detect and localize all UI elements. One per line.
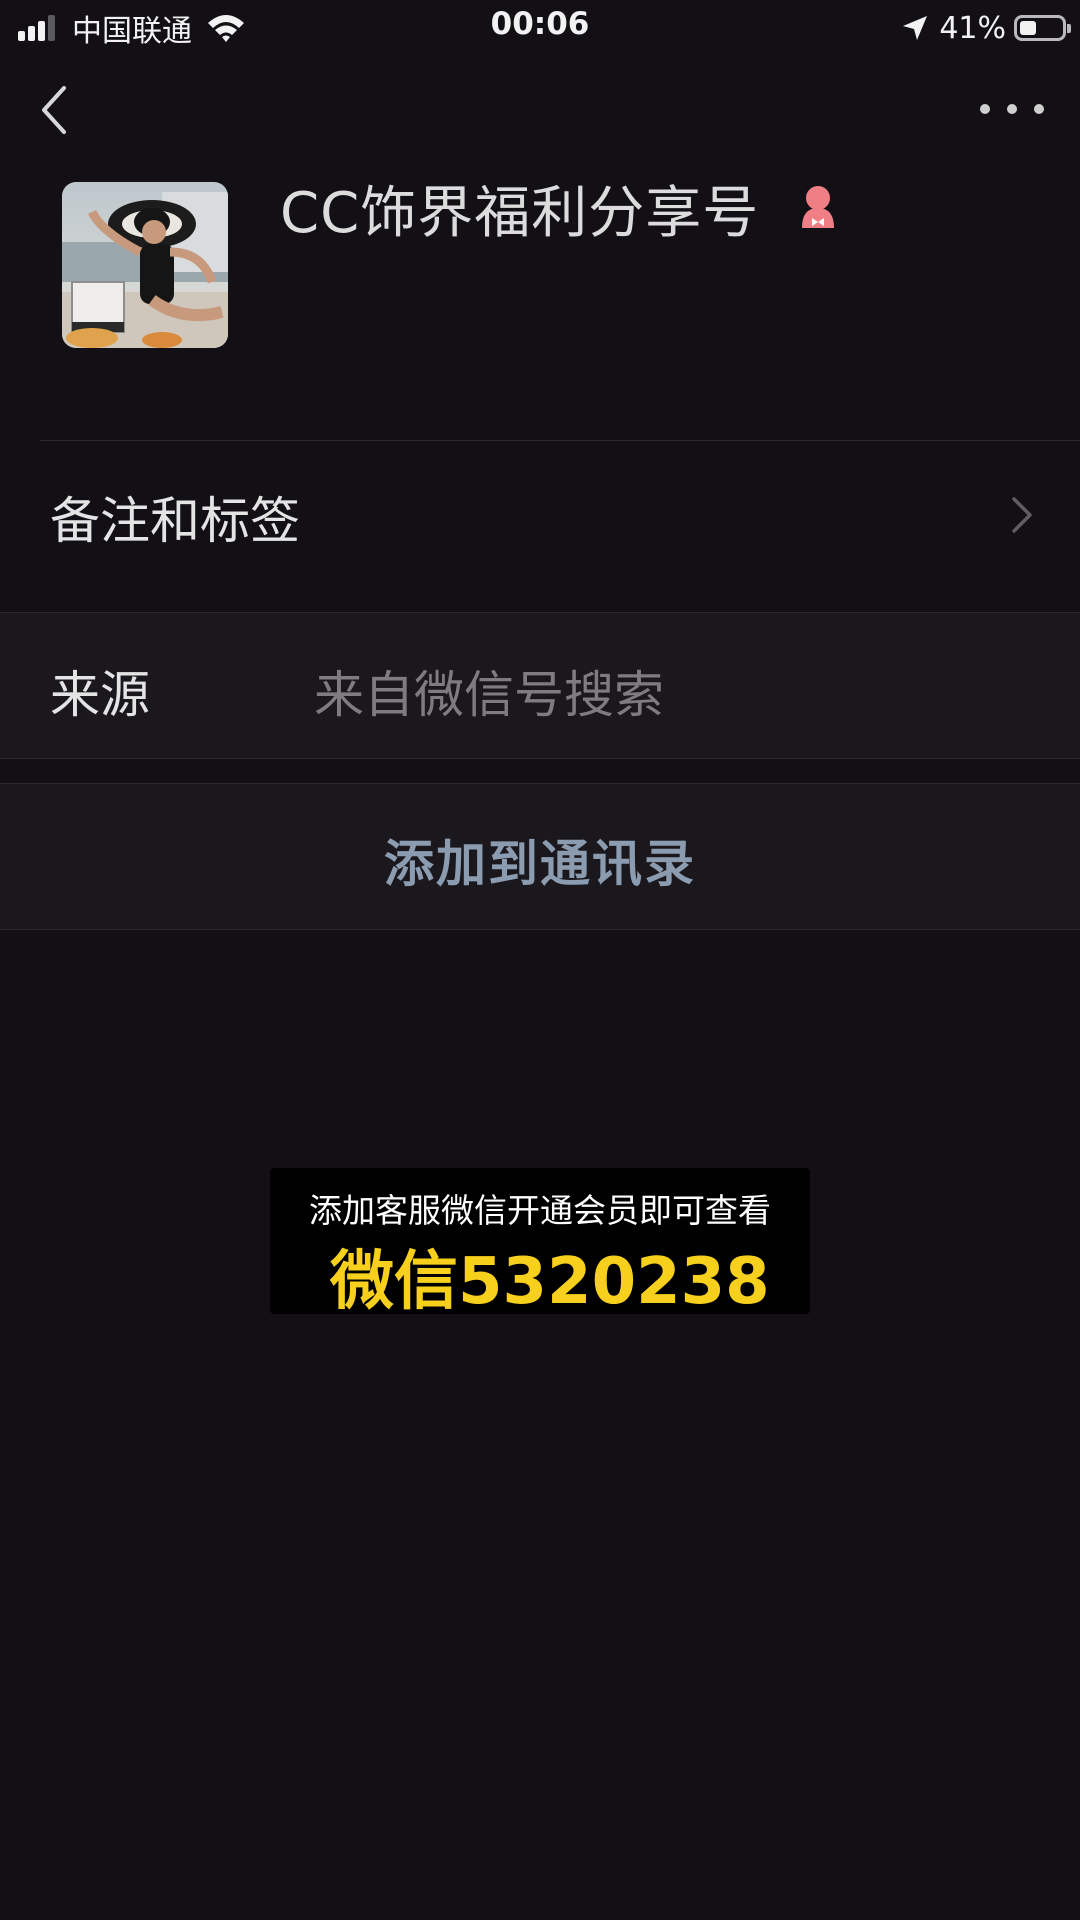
chevron-right-icon [1012, 497, 1032, 533]
promo-wechat-id: 微信5320238 [330, 1245, 770, 1319]
back-chevron-icon[interactable] [28, 80, 84, 140]
status-right: 41% [901, 8, 1071, 48]
source-row: 来源 来自微信号搜索 [0, 613, 1080, 758]
female-icon [802, 186, 834, 228]
battery-percent: 41% [939, 10, 1006, 46]
contact-profile-screen: 中国联通 00:06 41% CC饰界福利分享号 备注和标签 来源 来自微信号搜… [0, 0, 1080, 1920]
promo-banner: 添加客服微信开通会员即可查看 微信5320238 [270, 1168, 810, 1319]
more-dot-icon [980, 104, 990, 114]
status-bar: 中国联通 00:06 41% [0, 0, 1080, 56]
location-arrow-icon [903, 16, 928, 40]
more-dot-icon [1034, 104, 1044, 114]
avatar[interactable] [62, 182, 228, 348]
more-dot-icon [1007, 104, 1017, 114]
battery-fill [1020, 21, 1036, 35]
source-label: 来源 [50, 666, 150, 724]
remark-tags-label: 备注和标签 [50, 492, 300, 550]
divider [0, 929, 1080, 930]
more-options-button[interactable] [980, 94, 1044, 124]
profile-name: CC饰界福利分享号 [280, 181, 760, 246]
battery-icon [1014, 15, 1071, 41]
add-contact-label: 添加到通讯录 [384, 835, 696, 893]
source-value: 来自微信号搜索 [314, 666, 664, 724]
add-contact-button[interactable]: 添加到通讯录 [0, 784, 1080, 929]
remark-tags-row[interactable]: 备注和标签 [0, 441, 1080, 586]
promo-text: 添加客服微信开通会员即可查看 [309, 1191, 771, 1230]
divider [0, 758, 1080, 759]
